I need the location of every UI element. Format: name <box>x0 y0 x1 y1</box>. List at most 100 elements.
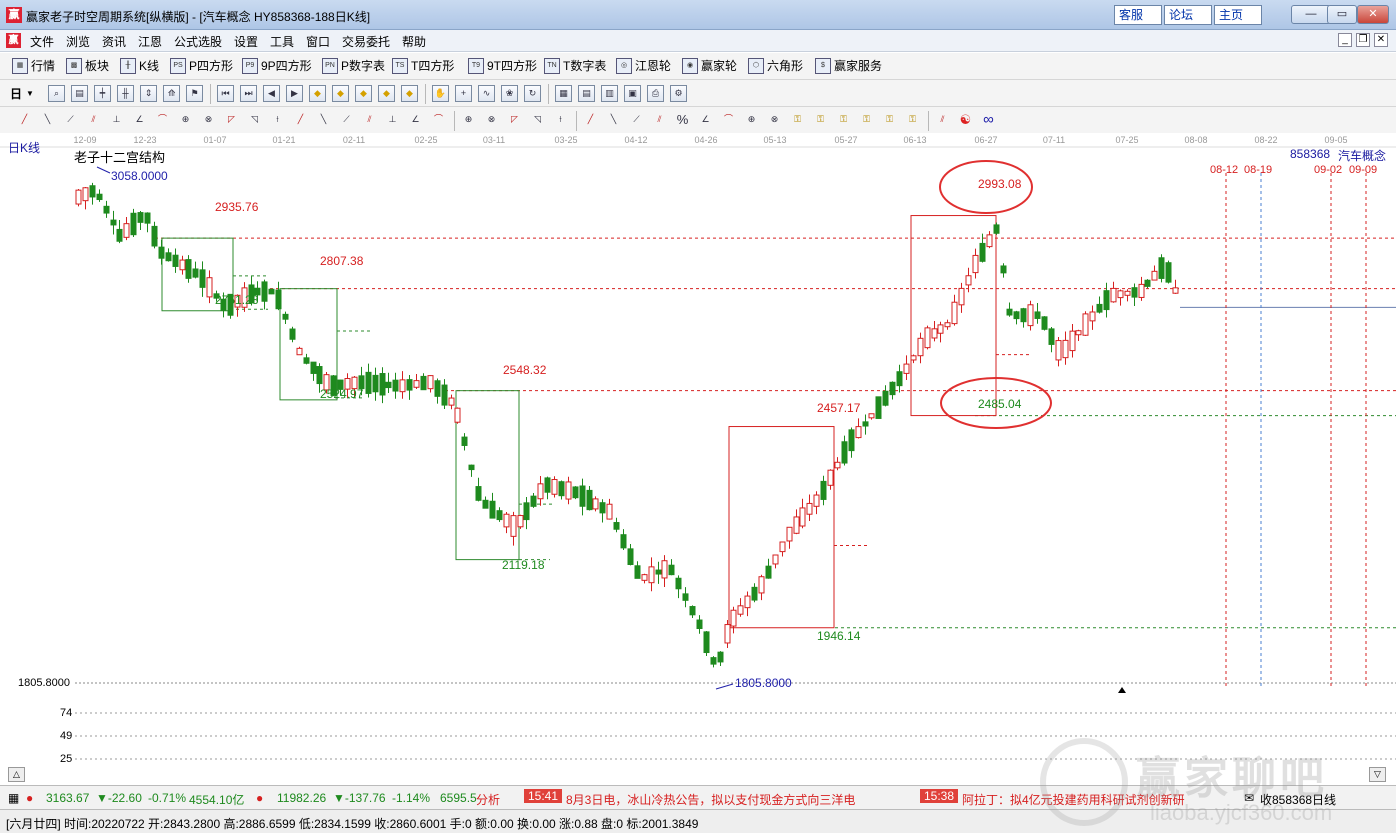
fan-2-icon[interactable]: ⟋ <box>338 112 355 129</box>
first-icon[interactable]: ⏮ <box>217 85 234 102</box>
news-ticker[interactable]: 分析 15:41 8月3日电，冰山冷热公告，拟以支付现金方式向三洋电 15:38… <box>476 786 1238 809</box>
minimize-button[interactable]: — <box>1291 5 1331 24</box>
diamond-2-icon[interactable]: ◆ <box>332 85 349 102</box>
sector-icon[interactable]: ╱ <box>292 112 309 129</box>
toolbar-pn-button[interactable]: PN P数字表 <box>322 57 385 74</box>
calendar-icon[interactable]: ▦ <box>555 85 572 102</box>
news-text[interactable]: 阿拉丁：拟4亿元投建药用科研试剂创新研 <box>962 791 1185 808</box>
line-1-icon[interactable]: ╱ <box>16 112 33 129</box>
toolbar-tn-button[interactable]: TN T数字表 <box>544 57 606 74</box>
key-1-icon[interactable]: ⚿ <box>789 112 806 129</box>
angle-icon[interactable]: ◸ <box>223 112 240 129</box>
circle-line-icon[interactable]: ⊕ <box>177 112 194 129</box>
diamond-1-icon[interactable]: ◆ <box>309 85 326 102</box>
maximize-button[interactable]: ▭ <box>1327 5 1357 24</box>
crosshair-icon[interactable]: + <box>455 85 472 102</box>
mdi-close-button[interactable]: ✕ <box>1374 33 1388 47</box>
flag-icon[interactable]: ⚑ <box>186 85 203 102</box>
yin-yang-icon[interactable]: ☯ <box>957 112 974 129</box>
app-menu-icon[interactable]: 赢 <box>6 33 21 48</box>
key-4-icon[interactable]: ⚿ <box>858 112 875 129</box>
menu-tools[interactable]: 工具 <box>270 33 294 50</box>
infinity-icon[interactable]: ∞ <box>980 112 997 129</box>
pattern-icon[interactable]: ⟰ <box>163 85 180 102</box>
prev-icon[interactable]: ◀ <box>263 85 280 102</box>
key-3-icon[interactable]: ⚿ <box>835 112 852 129</box>
fan-1-icon[interactable]: ╲ <box>315 112 332 129</box>
customer-service-link[interactable]: 客服 <box>1114 5 1162 25</box>
menu-window[interactable]: 窗口 <box>306 33 330 50</box>
up-down-icon[interactable]: ⇕ <box>140 85 157 102</box>
ruler-icon[interactable]: ⟋ <box>628 112 645 129</box>
line-7-icon[interactable]: ⌒ <box>154 112 171 129</box>
print-icon[interactable]: ⎙ <box>647 85 664 102</box>
table-icon[interactable]: ▥ <box>601 85 618 102</box>
diamond-3-icon[interactable]: ◆ <box>355 85 372 102</box>
toolbar-hexagon-button[interactable]: ⬡ 六角形 <box>748 57 803 74</box>
fan-3-icon[interactable]: ⫽ <box>361 112 378 129</box>
fan-4-icon[interactable]: ⊕ <box>743 112 760 129</box>
fib-2-icon[interactable]: ⌒ <box>430 112 447 129</box>
parallel-icon[interactable]: ⊗ <box>200 112 217 129</box>
flag-2-icon[interactable]: ⊗ <box>766 112 783 129</box>
forum-link[interactable]: 论坛 <box>1164 5 1212 25</box>
next-icon[interactable]: ▶ <box>286 85 303 102</box>
zoom-icon[interactable]: ⌕ <box>48 85 65 102</box>
message-icon[interactable]: ✉ <box>1244 791 1254 805</box>
menu-browse[interactable]: 浏览 <box>66 33 90 50</box>
fib-4-icon[interactable]: ⊗ <box>483 112 500 129</box>
calculator-icon[interactable]: ▦ <box>8 791 19 805</box>
key-5-icon[interactable]: ⚿ <box>881 112 898 129</box>
line-5-icon[interactable]: ⊥ <box>108 112 125 129</box>
table-grid-icon[interactable]: ⫽ <box>934 112 951 129</box>
menu-formula[interactable]: 公式选股 <box>174 33 222 50</box>
percent-icon[interactable]: % <box>674 112 691 129</box>
hand-icon[interactable]: ✋ <box>432 85 449 102</box>
menu-file[interactable]: 文件 <box>30 33 54 50</box>
line-4-icon[interactable]: ⫽ <box>85 112 102 129</box>
gann-box-icon[interactable]: ∠ <box>697 112 714 129</box>
toolbar-blocks-button[interactable]: ▩ 板块 <box>66 57 109 74</box>
line-6-icon[interactable]: ∠ <box>131 112 148 129</box>
settings-icon[interactable]: ⚙ <box>670 85 687 102</box>
last-icon[interactable]: ⏭ <box>240 85 257 102</box>
scroll-right-button[interactable]: ▽ <box>1369 767 1386 782</box>
wave-3-icon[interactable]: ⟊ <box>552 112 569 129</box>
save-icon[interactable]: ▣ <box>624 85 641 102</box>
diamond-4-icon[interactable]: ◆ <box>378 85 395 102</box>
lines-icon[interactable]: ╲ <box>605 112 622 129</box>
scroll-left-button[interactable]: △ <box>8 767 25 782</box>
toolbar-ts-button[interactable]: TS T四方形 <box>392 57 454 74</box>
cross-icon[interactable]: ⟊ <box>269 112 286 129</box>
diamond-5-icon[interactable]: ◆ <box>401 85 418 102</box>
wave-1-icon[interactable]: ◸ <box>506 112 523 129</box>
toolbar-winner-wheel-button[interactable]: ◉ 赢家轮 <box>682 57 737 74</box>
fib-3-icon[interactable]: ⊕ <box>460 112 477 129</box>
mdi-minimize-button[interactable]: _ <box>1338 33 1352 47</box>
menu-settings[interactable]: 设置 <box>234 33 258 50</box>
chart-canvas[interactable]: 12-09 12-23 01-07 01-21 02-11 02-25 03-11 03-25… <box>0 133 1396 783</box>
toolbar-ps-button[interactable]: PS P四方形 <box>170 57 233 74</box>
box-icon[interactable]: ╱ <box>582 112 599 129</box>
grid-lines-icon[interactable]: ⊥ <box>384 112 401 129</box>
key-6-icon[interactable]: ⚿ <box>904 112 921 129</box>
doc-icon[interactable]: ▤ <box>71 85 88 102</box>
refresh-icon[interactable]: ↻ <box>524 85 541 102</box>
wave-icon[interactable]: ∿ <box>478 85 495 102</box>
arc-icon[interactable]: ◹ <box>246 112 263 129</box>
line-2-icon[interactable]: ╲ <box>39 112 56 129</box>
close-button[interactable]: ✕ <box>1357 5 1389 24</box>
homepage-link[interactable]: 主页 <box>1214 5 1262 25</box>
toolbar-service-button[interactable]: $ 赢家服务 <box>815 57 882 74</box>
wave-2-icon[interactable]: ◹ <box>529 112 546 129</box>
report-icon[interactable]: ▤ <box>578 85 595 102</box>
menu-info[interactable]: 资讯 <box>102 33 126 50</box>
toolbar-p9-button[interactable]: P9 9P四方形 <box>242 57 312 74</box>
gann-square-icon[interactable]: ⌒ <box>720 112 737 129</box>
key-2-icon[interactable]: ⚿ <box>812 112 829 129</box>
kline-chart[interactable]: 12-09 12-23 01-07 01-21 02-11 02-25 03-11 03-25… <box>0 133 1396 783</box>
brain-icon[interactable]: ❀ <box>501 85 518 102</box>
menu-gann[interactable]: 江恩 <box>138 33 162 50</box>
toolbar-grid-button[interactable]: ▦ 行情 <box>12 57 55 74</box>
trend-icon[interactable]: ⫽ <box>651 112 668 129</box>
